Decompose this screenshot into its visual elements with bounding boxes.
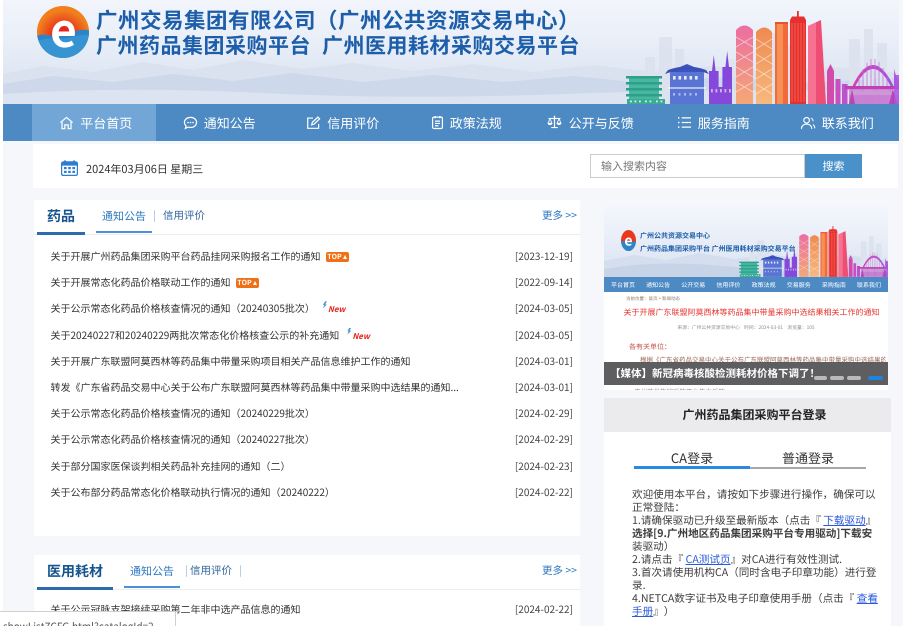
svg-text:e: e — [50, 6, 77, 58]
svg-text:e: e — [624, 231, 632, 251]
